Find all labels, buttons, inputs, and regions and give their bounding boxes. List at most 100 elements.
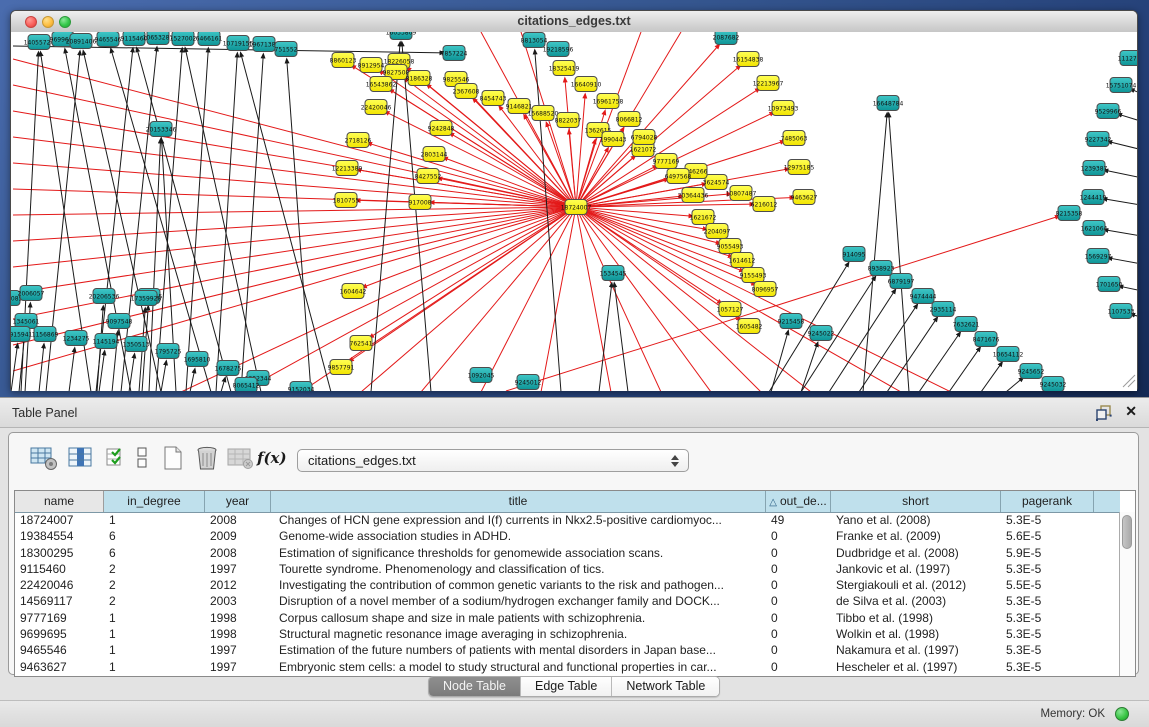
- new-table-icon[interactable]: [162, 445, 184, 471]
- red-edge[interactable]: [576, 207, 761, 391]
- graph-node-1678275[interactable]: 1678275: [215, 361, 242, 376]
- graph-node-8454743[interactable]: 8454743: [480, 91, 507, 106]
- graph-node-10654112[interactable]: 10654112: [993, 347, 1024, 362]
- scrollbar-thumb[interactable]: [1122, 515, 1132, 549]
- graph-node-1569297[interactable]: 1569297: [1085, 249, 1112, 264]
- graph-node-1810755[interactable]: 1810755: [333, 193, 360, 208]
- graph-node-6794028[interactable]: 6794028: [631, 130, 658, 145]
- function-builder-icon[interactable]: f(x): [257, 449, 287, 467]
- graph-node-9245652[interactable]: 9245652: [1018, 364, 1045, 379]
- black-edge[interactable]: [39, 344, 44, 391]
- network-window-titlebar[interactable]: citations_edges.txt: [11, 11, 1137, 33]
- graph-node-16543862[interactable]: 16543862: [366, 77, 397, 92]
- column-header-short[interactable]: short: [831, 491, 1001, 512]
- select-rows-icon[interactable]: [106, 445, 128, 471]
- graph-node-9215458[interactable]: 9215458: [778, 314, 805, 329]
- table-row[interactable]: 1938455462009Genome-wide association stu…: [15, 528, 1120, 544]
- graph-node-9465546[interactable]: 9465546: [95, 32, 122, 47]
- graph-node-8065412[interactable]: 8065412: [233, 378, 260, 392]
- graph-node-7632621[interactable]: 7632621: [953, 317, 980, 332]
- black-edge[interactable]: [241, 54, 263, 391]
- graph-node-1534545[interactable]: 1534545: [600, 266, 627, 281]
- graph-node-8186328[interactable]: 8186328: [406, 71, 433, 86]
- column-chooser-icon[interactable]: [67, 445, 96, 471]
- table-row[interactable]: 946362711997Embryonic stem cells: a mode…: [15, 659, 1120, 675]
- graph-node-9055493[interactable]: 9055493: [717, 239, 744, 254]
- graph-node-16648784[interactable]: 16648784: [873, 96, 904, 111]
- graph-node-7485063[interactable]: 7485063: [781, 131, 808, 146]
- black-edge[interactable]: [129, 354, 135, 391]
- graph-node-9777169[interactable]: 9777169: [653, 154, 680, 169]
- graph-node-9529966[interactable]: 9529966: [1095, 104, 1122, 119]
- graph-node-9155493[interactable]: 9155493: [740, 268, 767, 283]
- graph-node-1156869[interactable]: 1156869: [32, 327, 59, 342]
- graph-node-22420046[interactable]: 22420046: [361, 100, 392, 115]
- tab-edge-table[interactable]: Edge Table: [521, 677, 612, 696]
- black-edge[interactable]: [11, 344, 18, 391]
- red-edge[interactable]: [576, 207, 951, 391]
- graph-node-19218596[interactable]: 19218596: [543, 42, 574, 57]
- black-edge[interactable]: [771, 331, 788, 391]
- graph-node-1614612[interactable]: 1614612: [729, 253, 756, 268]
- column-header-name[interactable]: name: [15, 491, 104, 512]
- red-edge[interactable]: [369, 207, 576, 338]
- red-edge[interactable]: [13, 207, 576, 345]
- table-row[interactable]: 969969511998Structural magnetic resonanc…: [15, 626, 1120, 642]
- graph-node-1795725[interactable]: 1795725: [155, 344, 182, 359]
- table-selector-dropdown[interactable]: citations_edges.txt: [297, 449, 689, 472]
- graph-node-9474444[interactable]: 9474444: [910, 289, 937, 304]
- table-row[interactable]: 2242004622012Investigating the contribut…: [15, 577, 1120, 593]
- column-header-year[interactable]: year: [205, 491, 271, 512]
- black-edge[interactable]: [614, 283, 628, 391]
- close-panel-icon[interactable]: ✕: [1125, 403, 1137, 420]
- graph-node-16154838[interactable]: 16154838: [733, 52, 764, 67]
- graph-node-1107533[interactable]: 1107533: [1108, 304, 1135, 319]
- graph-node-8938923[interactable]: 8938923: [868, 261, 895, 276]
- black-edge[interactable]: [859, 304, 917, 391]
- graph-node-1701650[interactable]: 1701650: [1096, 277, 1123, 292]
- graph-node-2935114[interactable]: 2935114: [930, 302, 957, 317]
- graph-node-9097548[interactable]: 9097548: [106, 314, 133, 329]
- graph-node-3915941[interactable]: 3915941: [11, 327, 33, 342]
- graph-node-2367608[interactable]: 2367608: [453, 84, 480, 99]
- graph-node-8066812[interactable]: 8066812: [616, 112, 643, 127]
- black-edge[interactable]: [371, 42, 400, 391]
- graph-node-1145194[interactable]: 1145194: [93, 334, 120, 349]
- black-edge[interactable]: [863, 113, 887, 391]
- graph-node-7857224[interactable]: 7857224: [441, 46, 468, 61]
- graph-node-16961758[interactable]: 16961758: [593, 94, 624, 109]
- graph-node-1234275[interactable]: 1234275: [63, 331, 90, 346]
- graph-node-6216012[interactable]: 6216012: [751, 197, 778, 212]
- red-edge[interactable]: [349, 207, 576, 361]
- graph-node-17359928[interactable]: 17359928: [131, 291, 162, 306]
- graph-node-9227342[interactable]: 9227342: [1085, 132, 1112, 147]
- table-row[interactable]: 911546021997Tourette syndrome. Phenomeno…: [15, 561, 1120, 577]
- graph-node-20153346[interactable]: 20153346: [146, 122, 177, 137]
- graph-node-6879197[interactable]: 6879197: [888, 274, 915, 289]
- graph-node-20891406[interactable]: 20891406: [66, 34, 97, 49]
- graph-node-9242848[interactable]: 9242848: [428, 121, 455, 136]
- graph-node-1239387[interactable]: 1239387: [1081, 161, 1108, 176]
- tab-network-table[interactable]: Network Table: [612, 677, 719, 696]
- graph-node-1057127[interactable]: 1057127: [717, 302, 744, 317]
- column-header-in_degree[interactable]: in_degree: [104, 491, 205, 512]
- graph-node-9857791[interactable]: 9857791: [328, 360, 355, 375]
- graph-node-12213389[interactable]: 12213389: [332, 161, 363, 176]
- vertical-scrollbar[interactable]: [1119, 512, 1135, 676]
- red-edge[interactable]: [576, 207, 811, 391]
- black-edge[interactable]: [190, 369, 195, 391]
- black-edge[interactable]: [137, 48, 231, 391]
- graph-node-12975185[interactable]: 12975185: [784, 160, 815, 175]
- graph-node-8471676[interactable]: 8471676: [973, 332, 1000, 347]
- black-edge[interactable]: [981, 362, 1002, 391]
- red-edge[interactable]: [506, 216, 1059, 391]
- graph-node-762541[interactable]: 762541: [350, 336, 373, 351]
- row-height-icon[interactable]: [135, 445, 149, 471]
- graph-node-9245022[interactable]: 9245022: [808, 326, 835, 341]
- red-edge[interactable]: [576, 207, 711, 391]
- black-edge[interactable]: [1108, 141, 1137, 151]
- black-edge[interactable]: [801, 342, 818, 391]
- red-edge[interactable]: [421, 207, 576, 391]
- column-header-out_de...[interactable]: △out_de...: [766, 491, 831, 512]
- graph-node-1605482[interactable]: 1605482: [736, 319, 763, 334]
